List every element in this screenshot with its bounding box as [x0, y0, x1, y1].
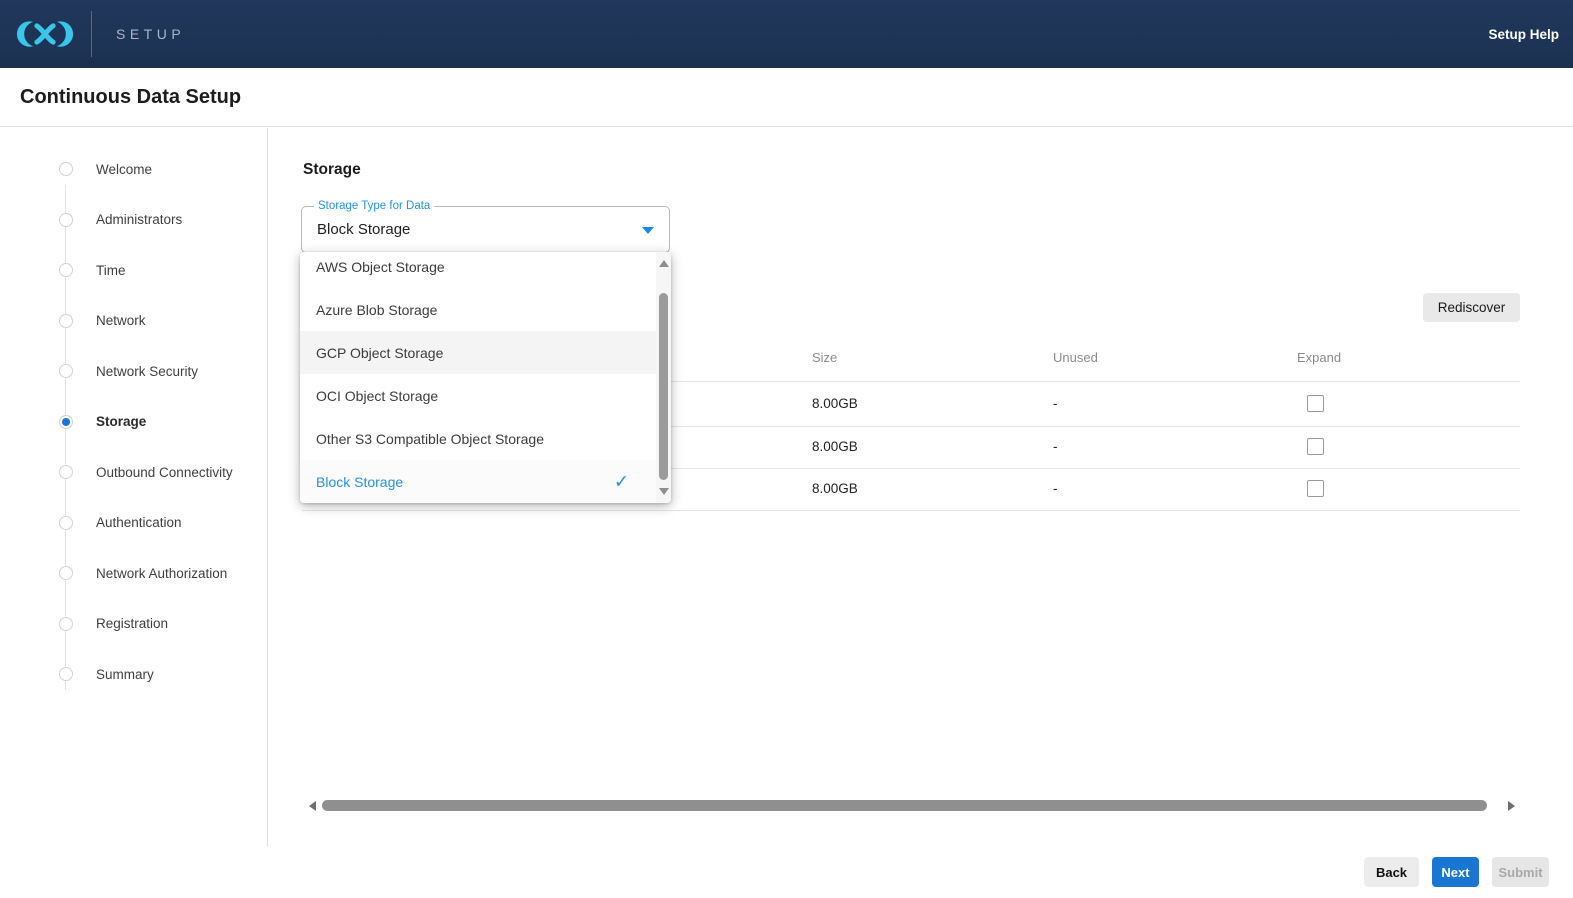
- device-unused-value: -: [1053, 439, 1058, 454]
- delphix-logo-icon: [16, 12, 74, 56]
- step-label: Storage: [96, 414, 146, 429]
- hscroll-left-arrow-icon[interactable]: [309, 801, 316, 811]
- step-circle-icon: [59, 162, 73, 176]
- dropdown-option-oci-object-storage[interactable]: OCI Object Storage: [300, 374, 671, 417]
- stepper-item-administrators[interactable]: Administrators: [0, 195, 267, 246]
- step-label: Time: [96, 263, 126, 278]
- step-circle-icon: [59, 213, 73, 227]
- stepper-item-network-authorization[interactable]: Network Authorization: [0, 548, 267, 599]
- device-unused-value: -: [1053, 481, 1058, 496]
- step-circle-icon: [59, 465, 73, 479]
- step-label: Network Security: [96, 364, 198, 379]
- stepper-item-network-security[interactable]: Network Security: [0, 346, 267, 397]
- stepper-item-authentication[interactable]: Authentication: [0, 498, 267, 549]
- dropdown-option-block-storage[interactable]: Block Storage ✓: [300, 460, 671, 503]
- step-circle-icon: [59, 314, 73, 328]
- device-unused-value: -: [1053, 396, 1058, 411]
- expand-checkbox[interactable]: [1307, 438, 1324, 455]
- storage-step-content: Storage Storage Type for Data Block Stor…: [268, 128, 1573, 846]
- step-label: Summary: [96, 667, 154, 682]
- dropdown-option-azure-blob-storage[interactable]: Azure Blob Storage: [300, 288, 671, 331]
- topbar-divider: [91, 11, 92, 57]
- scroll-down-arrow-icon[interactable]: [659, 488, 669, 495]
- step-circle-icon: [59, 263, 73, 277]
- step-circle-icon: [59, 364, 73, 378]
- step-circle-active-icon: [59, 415, 73, 429]
- column-header-unused: Unused: [1053, 350, 1098, 365]
- step-label: Administrators: [96, 212, 182, 227]
- storage-type-select[interactable]: Storage Type for Data Block Storage: [301, 206, 670, 253]
- dropdown-option-other-s3-compatible[interactable]: Other S3 Compatible Object Storage: [300, 417, 671, 460]
- stepper-item-network[interactable]: Network: [0, 296, 267, 347]
- step-circle-icon: [59, 566, 73, 580]
- step-label: Outbound Connectivity: [96, 465, 233, 480]
- storage-type-dropdown-menu: AWS Object Storage Azure Blob Storage GC…: [300, 252, 671, 503]
- chevron-down-icon: [642, 227, 654, 234]
- dropdown-option-gcp-object-storage[interactable]: GCP Object Storage: [300, 331, 671, 374]
- page-header: Continuous Data Setup: [0, 68, 1573, 127]
- dropdown-option-list: AWS Object Storage Azure Blob Storage GC…: [300, 252, 671, 503]
- section-title: Storage: [303, 161, 361, 179]
- dropdown-scrollbar[interactable]: [656, 252, 671, 503]
- step-circle-icon: [59, 667, 73, 681]
- device-size-value: 8.00GB: [812, 439, 858, 454]
- page-title: Continuous Data Setup: [20, 86, 241, 109]
- setup-help-link[interactable]: Setup Help: [1488, 0, 1559, 68]
- rediscover-button[interactable]: Rediscover: [1423, 293, 1520, 322]
- expand-checkbox[interactable]: [1307, 395, 1324, 412]
- storage-type-select-value: Block Storage: [317, 207, 410, 252]
- stepper-item-storage[interactable]: Storage: [0, 397, 267, 448]
- scroll-up-arrow-icon[interactable]: [659, 260, 669, 267]
- option-label: Block Storage: [316, 474, 403, 490]
- step-label: Network: [96, 313, 146, 328]
- top-app-bar: SETUP Setup Help: [0, 0, 1573, 68]
- step-circle-icon: [59, 516, 73, 530]
- scrollbar-thumb[interactable]: [659, 293, 668, 480]
- hscroll-right-arrow-icon[interactable]: [1508, 801, 1515, 811]
- hscroll-thumb[interactable]: [322, 800, 1487, 811]
- step-label: Registration: [96, 616, 168, 631]
- delphix-logo-svg: [16, 12, 74, 56]
- step-circle-icon: [59, 617, 73, 631]
- back-button[interactable]: Back: [1364, 857, 1419, 887]
- check-icon: ✓: [614, 471, 629, 492]
- column-header-size: Size: [812, 350, 837, 365]
- device-size-value: 8.00GB: [812, 481, 858, 496]
- submit-button: Submit: [1492, 857, 1549, 887]
- stepper-item-time[interactable]: Time: [0, 245, 267, 296]
- step-label: Network Authorization: [96, 566, 227, 581]
- column-header-expand: Expand: [1297, 350, 1341, 365]
- product-name: SETUP: [116, 26, 185, 42]
- stepper-item-summary[interactable]: Summary: [0, 649, 267, 700]
- step-label: Welcome: [96, 162, 152, 177]
- expand-checkbox[interactable]: [1307, 480, 1324, 497]
- table-row-divider: [302, 510, 1520, 511]
- stepper: Welcome Administrators Time Network Netw…: [0, 144, 267, 700]
- stepper-item-welcome[interactable]: Welcome: [0, 144, 267, 195]
- stepper-item-registration[interactable]: Registration: [0, 599, 267, 650]
- next-button[interactable]: Next: [1432, 857, 1479, 887]
- step-label: Authentication: [96, 515, 182, 530]
- device-size-value: 8.00GB: [812, 396, 858, 411]
- dropdown-option-aws-object-storage[interactable]: AWS Object Storage: [300, 252, 671, 288]
- stepper-item-outbound-connectivity[interactable]: Outbound Connectivity: [0, 447, 267, 498]
- setup-stepper-sidebar: Welcome Administrators Time Network Netw…: [0, 128, 268, 846]
- wizard-footer: Back Next Submit: [0, 846, 1573, 898]
